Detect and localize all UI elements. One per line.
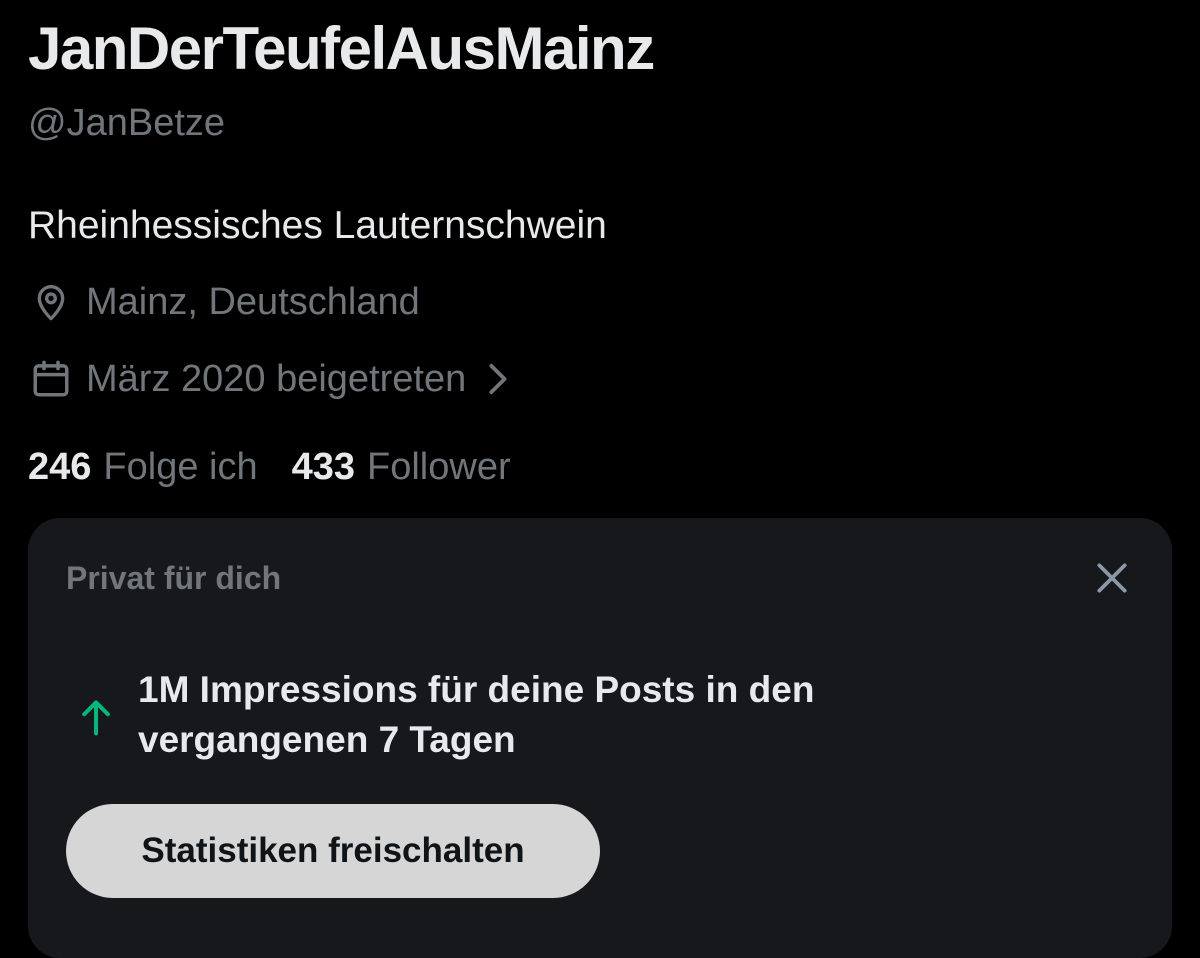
following-count: 246 — [28, 446, 92, 488]
followers-label: Follower — [367, 446, 511, 488]
following-link[interactable]: 246 Folge ich — [28, 444, 258, 490]
followers-count: 433 — [291, 446, 356, 488]
impressions-stat: 1M Impressions für deine Posts in den ve… — [76, 665, 938, 765]
profile-bio: Rheinhessisches Lauternschwein — [28, 204, 607, 247]
follow-stats: 246 Folge ich 433 Follower — [28, 444, 545, 490]
following-label: Folge ich — [103, 446, 258, 488]
private-insights-card: Privat für dich 1M Impressions für deine… — [28, 518, 1172, 958]
close-button[interactable] — [1088, 554, 1136, 602]
display-name: JanDerTeufelAusMainz — [28, 15, 655, 82]
followers-link[interactable]: 433 Follower — [292, 444, 511, 490]
joined-text: März 2020 beigetreten — [86, 358, 467, 400]
close-icon — [1093, 559, 1131, 597]
profile-joined-date[interactable]: März 2020 beigetreten — [28, 356, 510, 402]
arrow-up-icon — [76, 693, 116, 741]
unlock-statistics-button[interactable]: Statistiken freischalten — [66, 804, 600, 898]
card-header: Privat für dich — [66, 560, 282, 596]
profile-location: Mainz, Deutschland — [28, 279, 420, 325]
calendar-icon — [28, 356, 74, 402]
impressions-text: 1M Impressions für deine Posts in den ve… — [138, 669, 815, 760]
user-handle: @JanBetze — [28, 102, 226, 144]
chevron-right-icon — [484, 362, 510, 396]
location-text: Mainz, Deutschland — [86, 281, 420, 323]
location-pin-icon — [28, 279, 74, 325]
